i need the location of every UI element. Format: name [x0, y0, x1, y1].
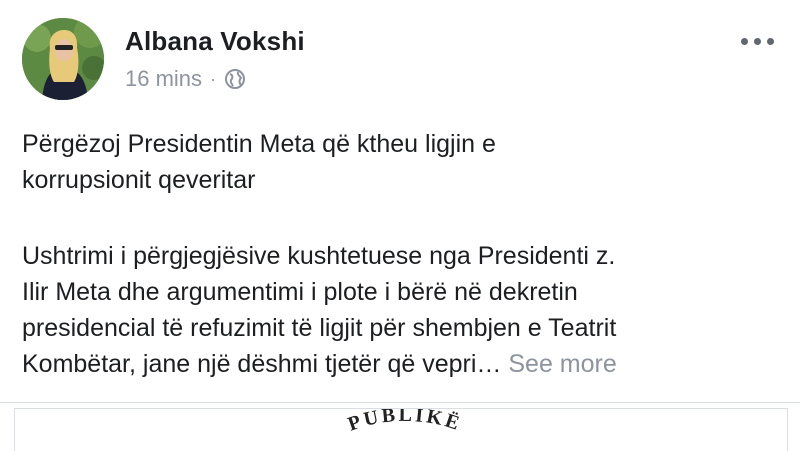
post-timestamp[interactable]: 16 mins: [125, 66, 202, 92]
more-options-icon[interactable]: [741, 38, 774, 45]
post-headline: Përgëzoj Presidentin Meta që ktheu ligji…: [22, 126, 782, 198]
see-more-link[interactable]: See more: [508, 350, 616, 378]
facebook-post: Albana Vokshi 16 mins · Përgëzoj Preside…: [0, 0, 800, 451]
more-dot: [754, 38, 761, 45]
author-name[interactable]: Albana Vokshi: [125, 26, 305, 57]
body-line: presidencial të refuzimit të ligjit për …: [22, 314, 617, 342]
meta-separator: ·: [210, 68, 217, 89]
divider: [0, 402, 800, 403]
body-line: Ushtrimi i përgjegjësive kushtetuese nga…: [22, 242, 616, 270]
attachment-preview[interactable]: PUBLIKË: [14, 408, 788, 451]
more-dot: [767, 38, 774, 45]
emblem-icon: PUBLIKË: [345, 409, 465, 436]
avatar[interactable]: [22, 18, 104, 100]
headline-line: korrupsionit qeveritar: [22, 166, 256, 194]
more-dot: [741, 38, 748, 45]
avatar-photo: [22, 18, 104, 100]
body-line: Kombëtar, jane një dëshmi tjetër që vepr…: [22, 350, 502, 378]
body-line-last: Kombëtar, jane një dëshmi tjetër që vepr…: [22, 346, 782, 382]
post-meta: 16 mins ·: [125, 66, 246, 92]
svg-text:PUBLIKË: PUBLIKË: [345, 409, 465, 436]
headline-line: Përgëzoj Presidentin Meta që ktheu ligji…: [22, 130, 496, 158]
body-line: Ilir Meta dhe argumentimi i plote i bërë…: [22, 278, 578, 306]
post-body: Ushtrimi i përgjegjësive kushtetuese nga…: [22, 238, 782, 382]
globe-icon[interactable]: [224, 68, 246, 90]
emblem-text: PUBLIKË: [345, 409, 462, 436]
